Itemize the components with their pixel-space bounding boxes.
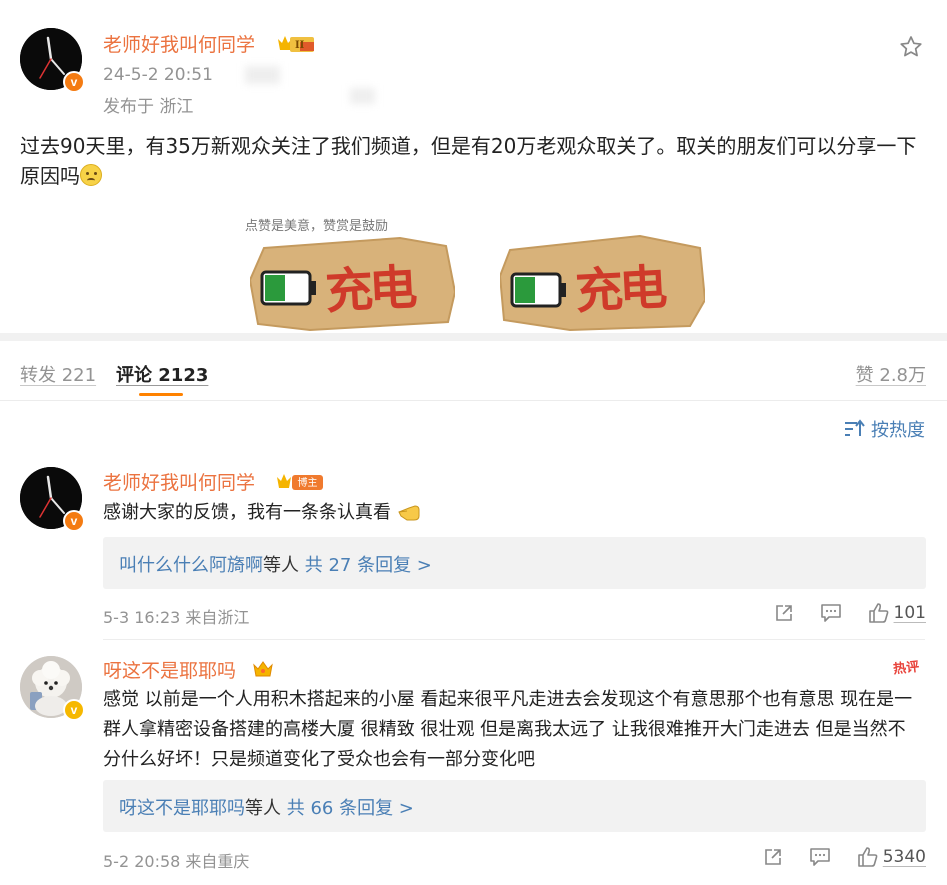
comment-text-content: 感谢大家的反馈，我有一条条认真看 <box>103 502 391 523</box>
sort-button[interactable]: 按热度 <box>843 416 925 442</box>
charge-label: 充电 <box>573 259 665 321</box>
comment-actions: 5340 <box>763 846 926 868</box>
comment-icon[interactable] <box>820 603 842 623</box>
verified-badge-icon: v <box>63 510 85 532</box>
crown-icon <box>253 661 273 677</box>
active-tab-indicator <box>139 393 183 396</box>
reply-summary[interactable]: 呀这不是耶耶吗等人 共 66 条回复 > <box>103 780 926 832</box>
comment-icon[interactable] <box>809 847 831 867</box>
post-author-name[interactable]: 老师好我叫何同学 <box>103 30 255 57</box>
reply-count[interactable]: 共 66 条回复 > <box>287 798 414 819</box>
battery-icon <box>510 272 566 308</box>
post-text: 过去90天里，有35万新观众关注了我们频道，但是有20万老观众取关了。取关的朋友… <box>20 134 917 188</box>
blurred-detail <box>350 88 375 104</box>
sort-label: 按热度 <box>871 420 925 441</box>
comment-author-name[interactable]: 老师好我叫何同学 <box>103 468 255 495</box>
comment-divider <box>103 639 925 640</box>
post-body: 过去90天里，有35万新观众关注了我们频道，但是有20万老观众取关了。取关的朋友… <box>20 131 925 191</box>
comment-avatar[interactable]: v <box>20 467 85 532</box>
share-icon[interactable] <box>774 603 794 623</box>
post-time: 24-5-2 20:51 <box>103 65 213 85</box>
svg-text:博主: 博主 <box>298 476 318 489</box>
tab-repost[interactable]: 转发 221 <box>20 361 96 387</box>
sort-icon <box>845 419 865 436</box>
tab-comments[interactable]: 评论 2123 <box>116 361 208 387</box>
reply-users[interactable]: 叫什么什么阿旖啊 <box>119 555 263 576</box>
reply-users[interactable]: 呀这不是耶耶吗 <box>119 798 245 819</box>
comment-meta: 5-3 16:23 来自浙江 <box>103 608 250 627</box>
thumbs-up-icon <box>868 603 888 623</box>
charge-button[interactable]: 充电 <box>498 230 707 333</box>
post-location: 发布于 浙江 <box>103 97 194 117</box>
comment-avatar[interactable]: v <box>20 656 85 721</box>
reply-summary[interactable]: 叫什么什么阿旖啊等人 共 27 条回复 > <box>103 537 926 589</box>
comment-text: 感谢大家的反馈，我有一条条认真看 <box>103 498 423 528</box>
comment-author-name[interactable]: 呀这不是耶耶吗 <box>103 656 236 683</box>
like-count: 101 <box>893 603 926 623</box>
like-button[interactable]: 101 <box>868 602 926 624</box>
charge-label: 充电 <box>323 259 415 321</box>
reply-mid-text: 等人 <box>263 555 299 576</box>
like-count: 5340 <box>882 847 926 867</box>
svg-text:II: II <box>295 40 305 51</box>
sad-face-emoji-icon <box>80 164 102 186</box>
hot-comment-badge: 热评 <box>892 659 920 678</box>
comments-section: 按热度 v 老师好我叫何同学 博主 感谢大家的反馈，我有一条条认真看 叫什么什么… <box>0 401 947 885</box>
share-icon[interactable] <box>763 847 783 867</box>
reply-mid-text: 等人 <box>245 798 281 819</box>
post-card: v 老师好我叫何同学 II 24-5-2 20:51 发布于 浙江 过去90天里… <box>0 0 947 333</box>
blogger-badge-icon: 博主 <box>277 474 323 490</box>
post-tabs: 转发 221 评论 2123 赞 2.8万 <box>0 341 947 401</box>
like-button[interactable]: 5340 <box>857 846 926 868</box>
comment-text: 感觉 以前是一个人用积木搭起来的小屋 看起来很平凡走进去会发现这个有意思那个也有… <box>103 689 913 770</box>
verified-badge-icon: v <box>63 71 85 93</box>
verified-badge-icon: v <box>63 699 85 721</box>
battery-icon <box>260 270 316 306</box>
comment-actions: 101 <box>774 602 926 624</box>
reply-count[interactable]: 共 27 条回复 > <box>305 555 432 576</box>
blurred-detail <box>245 66 280 84</box>
thumbs-up-icon <box>857 847 878 867</box>
author-avatar[interactable]: v <box>20 28 85 93</box>
comment-meta: 5-2 20:58 来自重庆 <box>103 852 250 871</box>
level-badge-icon: II <box>278 36 314 52</box>
tab-likes[interactable]: 赞 2.8万 <box>856 361 926 387</box>
pointing-hand-emoji-icon <box>398 505 420 521</box>
charge-button[interactable]: 充电 <box>248 230 457 333</box>
star-icon[interactable] <box>898 34 924 60</box>
